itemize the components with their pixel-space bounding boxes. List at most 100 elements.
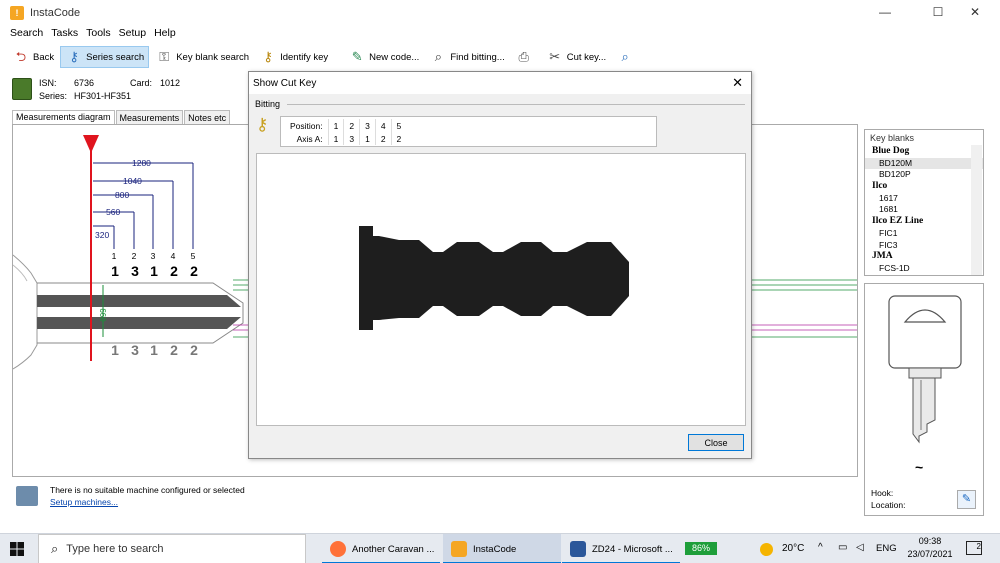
key-blank-item[interactable]: 1617 [865, 193, 983, 205]
windows-start-icon[interactable] [10, 542, 24, 556]
notifications-icon[interactable]: 2 [966, 541, 982, 555]
key-blank-search-button[interactable]: ⚿ Key blank search [151, 46, 253, 68]
cut-value-bottom-1: 1 [111, 342, 119, 358]
key-blanks-scrollbar[interactable] [971, 145, 982, 275]
dialog-title-bar: Show Cut Key [249, 72, 751, 94]
bitting-axis-row: Axis A: 1 3 1 2 2 [285, 132, 407, 145]
machine-status-text: There is no suitable machine configured … [50, 485, 245, 495]
key-blank-item[interactable]: 1681 [865, 204, 983, 216]
blade-groove-top [37, 295, 227, 307]
series-search-button[interactable]: ⚷ Series search [60, 46, 150, 68]
setup-machines-link[interactable]: Setup machines... [50, 497, 118, 507]
series-info: ISN: 6736 Card: 1012 Series: HF301-HF351 [12, 76, 252, 104]
position-3: 3 [151, 251, 156, 261]
blade-groove-tip-bottom [227, 317, 241, 329]
back-button[interactable]: ⮌ Back [8, 46, 58, 68]
dim-label-1280: 1280 [132, 158, 151, 168]
edit-pencil-button[interactable]: ✎ [957, 490, 976, 509]
dim-label-560: 560 [106, 207, 120, 217]
pencil-icon: ✎ [961, 493, 972, 505]
identify-key-button[interactable]: ⚷ Identify key [255, 46, 332, 68]
cut-value-bottom-3: 1 [150, 342, 158, 358]
key-blank-illustration [888, 295, 962, 444]
menu-setup[interactable]: Setup [119, 27, 146, 43]
key-blank-image-panel: ~ Hook: Location: ✎ [864, 283, 984, 516]
identify-key-icon: ⚷ [263, 49, 273, 64]
cut-key-silhouette [359, 226, 629, 330]
close-window-button[interactable]: ✕ [952, 0, 998, 25]
menu-tasks[interactable]: Tasks [51, 27, 78, 43]
volume-icon[interactable]: ◁ [856, 542, 864, 553]
machine-icon [16, 486, 38, 506]
dim-label-660: 660 [98, 308, 107, 322]
taskbar-search-placeholder: Type here to search [66, 543, 164, 555]
key-blanks-header: Key blanks [870, 133, 915, 143]
print-button[interactable]: ⎙ [511, 46, 540, 68]
series-value: HF301-HF351 [74, 91, 132, 101]
key-blank-manufacturer[interactable]: Blue Dog [865, 146, 983, 158]
key-blank-item[interactable]: BD120M [865, 157, 983, 170]
tab-notes[interactable]: Notes etc [184, 110, 231, 125]
key-blank-item[interactable]: FCS-1D [865, 263, 983, 275]
cut-key-button[interactable]: ✂ Cut key... [542, 46, 610, 68]
bitting-position-row: Position: 1 2 3 4 5 [285, 119, 407, 132]
title-bar: ! InstaCode — ☐ ✕ [0, 0, 1000, 25]
dialog-close-icon[interactable]: ✕ [732, 75, 743, 91]
key-blank-manufacturer[interactable]: JMA [865, 251, 983, 263]
menu-tools[interactable]: Tools [86, 27, 111, 43]
position-5: 5 [191, 251, 196, 261]
key-head-inner-line [13, 264, 28, 282]
key-blank-item[interactable]: FIC1 [865, 228, 983, 240]
taskbar-app-instacode[interactable]: InstaCode [443, 534, 561, 563]
series-label: Series: [39, 91, 68, 101]
search-tool-button[interactable]: ⌕ [612, 46, 641, 68]
notification-count: 2 [976, 542, 981, 551]
cut-value-3: 1 [150, 263, 158, 279]
cut-value-bottom-4: 2 [170, 342, 178, 358]
window-title: InstaCode [30, 6, 81, 19]
taskbar-app-word[interactable]: ZD24 - Microsoft ... [562, 534, 680, 563]
clock-time[interactable]: 09:38 [910, 536, 950, 546]
bitting-group-label: Bitting [255, 99, 281, 109]
printer-icon: ⎙ [518, 49, 529, 64]
card-value: 1012 [160, 78, 181, 88]
temperature[interactable]: 20°C [782, 543, 804, 554]
find-bitting-button[interactable]: ⌕ Find bitting... [425, 46, 508, 68]
input-language[interactable]: ENG [876, 543, 897, 554]
machine-status: There is no suitable machine configured … [12, 482, 412, 512]
firefox-icon [330, 541, 346, 557]
network-icon[interactable]: ▭ [838, 542, 847, 553]
find-bitting-icon: ⌕ [434, 49, 442, 64]
tab-measurements[interactable]: Measurements [115, 110, 184, 125]
hook-label: Hook: [871, 488, 894, 498]
taskbar-app-firefox[interactable]: Another Caravan ... [322, 534, 440, 563]
dimension-lines [93, 162, 194, 337]
key-blanks-list[interactable]: Blue Dog BD120M BD120P Ilco 1617 1681 Ilco EZ … [865, 146, 983, 275]
taskbar-search-box[interactable]: ⌕ Type here to search [38, 534, 306, 563]
cut-value-2: 3 [131, 263, 139, 279]
cut-key-preview [256, 153, 746, 426]
card-label: Card: [130, 78, 153, 88]
system-tray-chevron-icon[interactable]: ^ [818, 542, 823, 553]
key-blank-manufacturer[interactable]: Ilco EZ Line [865, 216, 983, 228]
dialog-close-button[interactable]: Close [688, 434, 744, 451]
cut-key-icon: ✂ [549, 49, 561, 64]
isn-value: 6736 [74, 78, 95, 88]
clock-date[interactable]: 23/07/2021 [902, 549, 958, 559]
menu-search[interactable]: Search [10, 27, 43, 43]
search-icon: ⌕ [51, 541, 59, 556]
tab-measurements-diagram[interactable]: Measurements diagram [12, 110, 115, 125]
profile-symbol: ~ [915, 459, 924, 475]
cut-value-bottom-2: 3 [131, 342, 139, 358]
toolbar: ⮌ Back ⚷ Series search ⚿ Key blank searc… [8, 45, 643, 69]
minimize-button[interactable]: — [862, 0, 908, 25]
key-blank-manufacturer[interactable]: Ilco [865, 181, 983, 193]
dim-label-800: 800 [115, 190, 129, 200]
new-code-button[interactable]: ✎ New code... [344, 46, 423, 68]
key-blank-item[interactable]: BD120P [865, 169, 983, 181]
cut-value-1: 1 [111, 263, 119, 279]
taskbar: ⌕ Type here to search Another Caravan ..… [0, 533, 1000, 563]
key-blank-item[interactable]: FIC3 [865, 240, 983, 252]
battery-indicator[interactable]: 86% [685, 542, 717, 555]
menu-help[interactable]: Help [154, 27, 176, 43]
